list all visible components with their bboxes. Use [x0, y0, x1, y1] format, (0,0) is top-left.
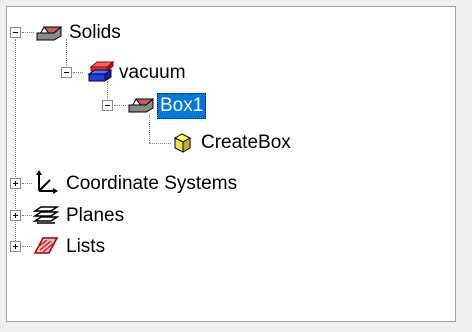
expander-vacuum[interactable] [61, 67, 72, 78]
create-box-command-icon [173, 133, 192, 153]
tree-item-label: Box1 [157, 93, 207, 119]
plane-stack-icon [33, 206, 59, 224]
model-tree-panel[interactable]: Solids vacuum Box1 CreateBox Coordinate … [6, 6, 456, 322]
tree-item-label: Planes [66, 205, 125, 226]
tree-line-coordinate-systems [22, 183, 32, 184]
expander-box1[interactable] [102, 100, 113, 111]
tree-item-label: CreateBox [201, 132, 291, 153]
solid-box-icon [36, 25, 62, 41]
tree-item-createbox[interactable]: CreateBox [198, 129, 294, 157]
solid-box-icon [128, 97, 154, 113]
tree-item-lists[interactable]: Lists [63, 233, 108, 261]
tree-item-label: Coordinate Systems [66, 173, 238, 194]
tree-item-box1[interactable]: Box1 [157, 92, 207, 120]
tree-line-planes [22, 215, 32, 216]
tree-line-solids [22, 32, 34, 33]
tree-item-label: vacuum [119, 62, 186, 83]
tree-item-vacuum[interactable]: vacuum [116, 59, 189, 87]
material-layers-icon [87, 61, 115, 82]
expander-solids[interactable] [10, 27, 21, 38]
tree-line-vacuum [73, 72, 83, 73]
tree-line-box1 [114, 105, 126, 106]
tree-item-label: Solids [69, 22, 121, 43]
tree-item-solids[interactable]: Solids [66, 19, 124, 47]
expander-lists[interactable] [10, 241, 21, 252]
tree-item-label: Lists [66, 236, 106, 257]
tree-line-lists [22, 246, 32, 247]
tree-item-planes[interactable]: Planes [63, 202, 127, 230]
tree-line-box1-children [149, 115, 150, 143]
expander-planes[interactable] [10, 210, 21, 221]
expander-coordinate-systems[interactable] [10, 178, 21, 189]
tree-item-coordinate-systems[interactable]: Coordinate Systems [63, 170, 240, 198]
coordinate-axes-icon [36, 170, 58, 194]
tree-line-createbox [149, 143, 171, 144]
list-icon [33, 237, 59, 254]
